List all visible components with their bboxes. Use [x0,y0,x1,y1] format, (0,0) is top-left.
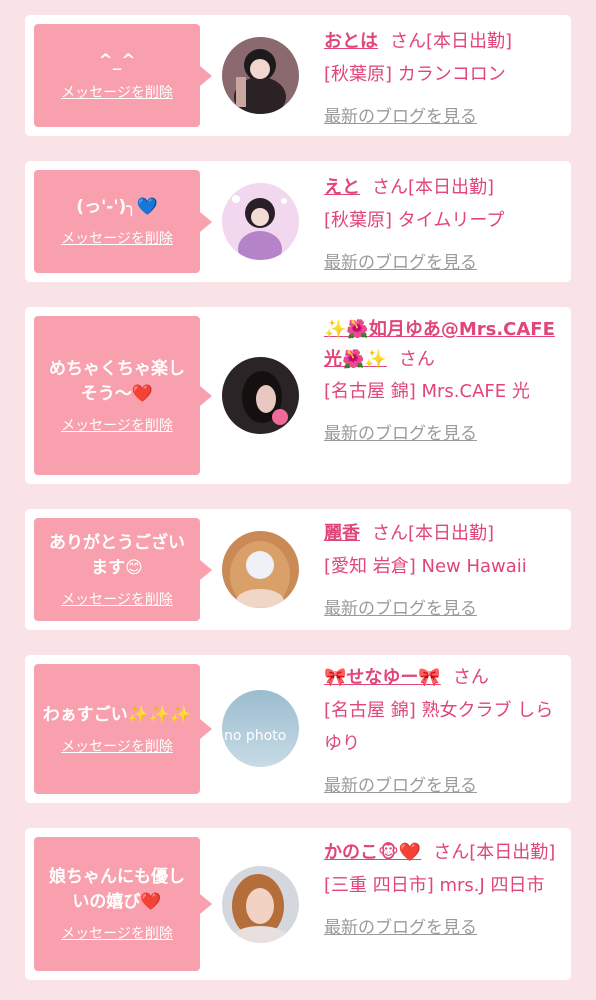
cast-name-link[interactable]: ✨🌺如月ゆあ@Mrs.CAFE光🌺✨ [324,319,555,370]
message-text: ありがとうございます😊 [49,532,185,578]
avatar[interactable] [222,183,299,260]
cast-info: ✨🌺如月ゆあ@Mrs.CAFE光🌺✨ さん [名古屋 錦] Mrs.CAFE 光 … [324,315,562,451]
cast-info: えと さん[本日出勤] [秋葉原] タイムリープ 最新のブログを見る [324,171,562,280]
message-card: ^_^ メッセージを削除 おとは さん[本日出勤] [秋葉原] カランコロン 最新… [25,15,571,136]
cast-info: 麗香 さん[本日出勤] [愛知 岩倉] New Hawaii 最新のブログを見る [324,517,562,626]
cast-name-link[interactable]: 麗香 [324,523,360,544]
message-bubble: めちゃくちゃ楽しそう〜❤️ メッセージを削除 [34,316,212,475]
delete-message-link[interactable]: メッセージを削除 [61,736,173,756]
shop-name: [秋葉原] カランコロン [324,64,506,85]
avatar[interactable] [222,357,299,434]
shop-name: [愛知 岩倉] New Hawaii [324,556,527,577]
cast-status: さん [452,667,489,688]
message-card: めちゃくちゃ楽しそう〜❤️ メッセージを削除 ✨🌺如月ゆあ@Mrs.CAFE光🌺… [25,307,571,484]
avatar[interactable] [222,37,299,114]
cast-status: さん[本日出勤] [372,177,495,198]
latest-blog-link[interactable]: 最新のブログを見る [324,101,562,134]
message-bubble: (っ'-')╮💙 メッセージを削除 [34,170,212,273]
message-text: ^_^ [98,51,136,71]
cast-name-link[interactable]: おとは [324,31,378,52]
avatar[interactable]: no photo [222,690,299,767]
message-text: (っ'-')╮💙 [76,197,158,217]
shop-name: [三重 四日市] mrs.J 四日市 [324,875,545,896]
cast-name-link[interactable]: えと [324,177,360,198]
cast-info: かのこ🐵❤️ さん[本日出勤] [三重 四日市] mrs.J 四日市 最新のブログ… [324,836,562,945]
shop-name: [名古屋 錦] 熟女クラブ しらゆり [324,700,554,754]
delete-message-link[interactable]: メッセージを削除 [61,589,173,609]
cast-info: おとは さん[本日出勤] [秋葉原] カランコロン 最新のブログを見る [324,25,562,134]
shop-name: [名古屋 錦] Mrs.CAFE 光 [324,381,530,402]
avatar[interactable] [222,866,299,943]
delete-message-link[interactable]: メッセージを削除 [61,923,173,943]
latest-blog-link[interactable]: 最新のブログを見る [324,770,562,803]
delete-message-link[interactable]: メッセージを削除 [61,228,173,248]
no-photo-label: no photo [224,728,286,744]
message-text: 娘ちゃんにも優しいの嬉び❤️ [49,867,185,912]
cast-status: さん[本日出勤] [433,842,556,863]
message-card: わぁすごい✨✨✨ メッセージを削除 no photo 🎀せなゆー🎀 さん [名古屋… [25,655,571,803]
message-card: (っ'-')╮💙 メッセージを削除 えと さん[本日出勤] [秋葉原] タイムリー… [25,161,571,282]
latest-blog-link[interactable]: 最新のブログを見る [324,247,562,280]
message-text: めちゃくちゃ楽しそう〜❤️ [49,358,185,404]
cast-status: さん[本日出勤] [390,31,513,52]
latest-blog-link[interactable]: 最新のブログを見る [324,912,562,945]
cast-name-link[interactable]: 🎀せなゆー🎀 [324,667,441,688]
delete-message-link[interactable]: メッセージを削除 [61,415,173,435]
shop-name: [秋葉原] タイムリープ [324,210,505,231]
delete-message-link[interactable]: メッセージを削除 [61,82,173,102]
message-bubble: ^_^ メッセージを削除 [34,24,212,127]
message-bubble: わぁすごい✨✨✨ メッセージを削除 [34,664,212,794]
cast-name-link[interactable]: かのこ🐵❤️ [324,842,421,863]
message-text: わぁすごい✨✨✨ [42,704,192,725]
message-bubble: 娘ちゃんにも優しいの嬉び❤️ メッセージを削除 [34,837,212,971]
cast-status: さん[本日出勤] [372,523,495,544]
cast-status: さん [398,349,435,370]
latest-blog-link[interactable]: 最新のブログを見る [324,418,562,451]
latest-blog-link[interactable]: 最新のブログを見る [324,593,562,626]
message-card: 娘ちゃんにも優しいの嬉び❤️ メッセージを削除 かのこ🐵❤️ さん[本日出勤] [… [25,828,571,980]
cast-info: 🎀せなゆー🎀 さん [名古屋 錦] 熟女クラブ しらゆり 最新のブログを見る [324,661,562,803]
message-bubble: ありがとうございます😊 メッセージを削除 [34,518,212,621]
avatar[interactable] [222,531,299,608]
message-card: ありがとうございます😊 メッセージを削除 麗香 さん[本日出勤] [愛知 岩倉] … [25,509,571,630]
